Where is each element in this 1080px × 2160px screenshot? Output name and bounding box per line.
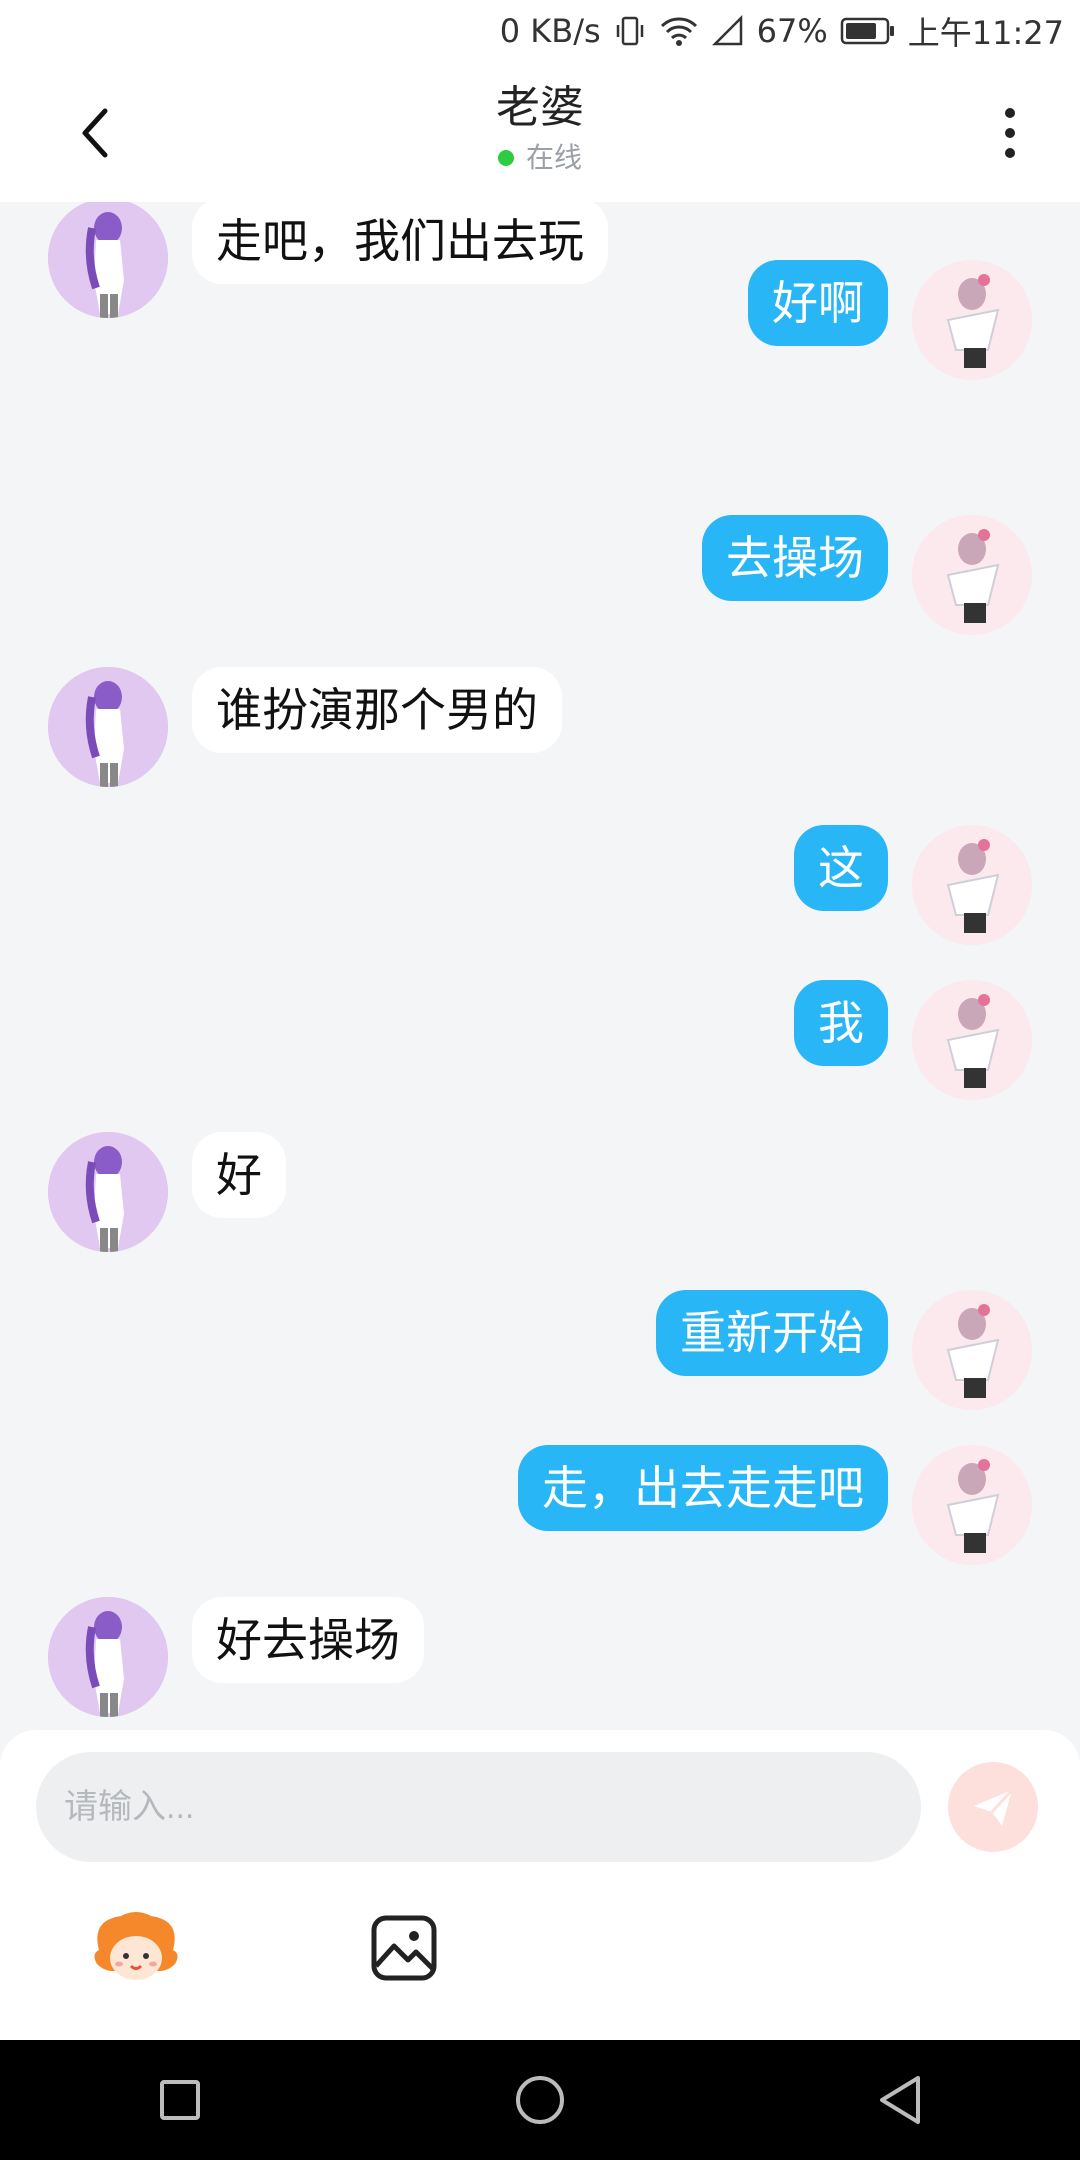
emoji-mascot-icon <box>94 1912 178 1980</box>
recent-apps-button[interactable] <box>140 2060 220 2140</box>
image-icon <box>371 1915 437 1981</box>
message-bubble[interactable]: 重新开始 <box>656 1290 888 1376</box>
send-icon <box>974 1788 1014 1826</box>
message-sent: 我 <box>0 980 1080 1110</box>
signal-icon <box>711 14 745 48</box>
more-options-button[interactable] <box>980 98 1040 168</box>
wifi-icon <box>659 14 699 48</box>
nav-back-button[interactable] <box>860 2060 940 2140</box>
message-bubble[interactable]: 谁扮演那个男的 <box>192 667 562 753</box>
system-nav-bar <box>0 2040 1080 2160</box>
triangle-back-icon <box>880 2076 920 2124</box>
chat-title: 老婆 <box>496 82 584 133</box>
message-sent: 重新开始 <box>0 1290 1080 1420</box>
send-button[interactable] <box>948 1762 1038 1852</box>
image-button[interactable] <box>356 1900 452 1996</box>
message-bubble[interactable]: 好 <box>192 1132 286 1218</box>
online-status-label: 在线 <box>525 141 582 174</box>
message-bubble[interactable]: 这 <box>794 825 888 911</box>
message-bubble[interactable]: 我 <box>794 980 888 1066</box>
message-input[interactable] <box>36 1752 921 1862</box>
message-bubble[interactable]: 好啊 <box>748 260 888 346</box>
clock: 上午11:27 <box>907 14 1064 52</box>
message-sent: 走，出去走走吧 <box>0 1445 1080 1575</box>
message-list[interactable]: 走吧，我们出去玩 好啊 去操场 谁扮演那个男的 这 我 好 重新开始 走，出去走… <box>0 202 1080 1730</box>
online-status: 在线 <box>497 138 582 178</box>
emoji-button[interactable] <box>88 1900 184 1996</box>
status-bar: 0 KB/s 67% 上午11:27 <box>0 0 1080 62</box>
user-avatar[interactable] <box>912 1290 1032 1410</box>
message-received: 好去操场 <box>0 1597 1080 1727</box>
battery-percent: 67% <box>756 12 828 50</box>
user-avatar[interactable] <box>912 980 1032 1100</box>
square-recent-icon <box>160 2080 200 2120</box>
contact-avatar[interactable] <box>48 667 168 787</box>
user-avatar[interactable] <box>912 260 1032 380</box>
online-dot <box>497 150 514 166</box>
user-avatar[interactable] <box>912 1445 1032 1565</box>
message-bubble[interactable]: 好去操场 <box>192 1597 424 1683</box>
user-avatar[interactable] <box>912 825 1032 945</box>
home-button[interactable] <box>500 2060 580 2140</box>
message-sent: 去操场 <box>0 515 1080 645</box>
chat-header: 老婆 在线 <box>0 62 1080 202</box>
message-sent: 这 <box>0 825 1080 955</box>
user-avatar[interactable] <box>912 515 1032 635</box>
network-speed: 0 KB/s <box>499 12 601 50</box>
composer <box>0 1730 1080 2040</box>
contact-avatar[interactable] <box>48 1132 168 1252</box>
message-bubble[interactable]: 去操场 <box>702 515 888 601</box>
battery-icon <box>840 16 896 46</box>
more-vertical-icon <box>1005 108 1015 118</box>
circle-home-icon <box>516 2076 564 2124</box>
vibrate-icon <box>613 14 647 48</box>
message-received: 谁扮演那个男的 <box>0 667 1080 797</box>
contact-avatar[interactable] <box>48 1597 168 1717</box>
message-sent: 好啊 <box>0 260 1080 390</box>
message-received: 好 <box>0 1132 1080 1262</box>
message-bubble[interactable]: 走，出去走走吧 <box>518 1445 888 1531</box>
